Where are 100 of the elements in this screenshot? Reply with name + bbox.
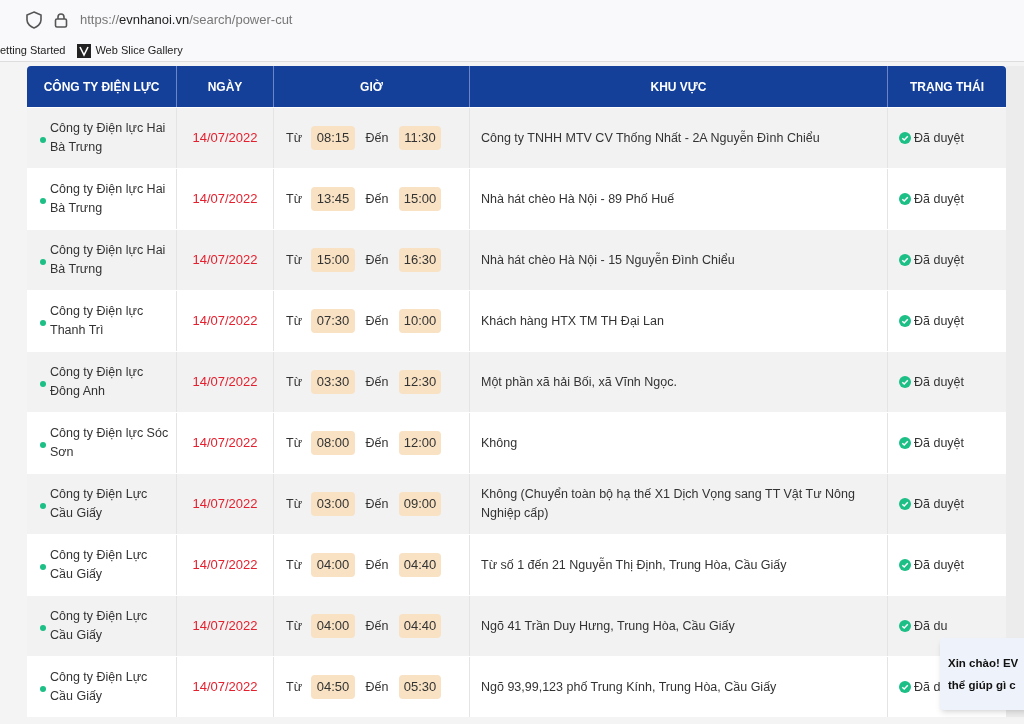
to-label: Đến: [364, 190, 390, 208]
time-badge: 03:30: [311, 370, 355, 394]
from-label: Từ: [286, 495, 303, 513]
status-text: Đã du: [914, 617, 948, 635]
time-badge: 04:40: [399, 614, 441, 638]
check-circle-icon: [899, 132, 911, 144]
lock-icon: [54, 12, 68, 28]
to-label: Đến: [364, 678, 390, 696]
company-name: Công ty Điện lực Hai Bà Trưng: [50, 120, 167, 156]
to-label: Đến: [364, 312, 390, 330]
area-text: Ngõ 93,99,123 phố Trung Kính, Trung Hòa, Cầu Giấy: [481, 678, 777, 696]
time-badge: 10:00: [399, 309, 441, 333]
chat-greeting-line: Xin chào! EV: [948, 656, 1020, 671]
status-text: Đã duyệt: [914, 190, 965, 208]
date-text: 14/07/2022: [192, 678, 258, 697]
check-circle-icon: [899, 620, 911, 632]
status-text: Đã duyệt: [914, 495, 965, 513]
chat-popup[interactable]: Xin chào! EV thể giúp gì c: [940, 638, 1024, 710]
time-badge: 12:30: [399, 370, 441, 394]
check-circle-icon: [899, 254, 911, 266]
from-label: Từ: [286, 129, 303, 147]
area-text: Công ty TNHH MTV CV Thống Nhất - 2A Nguyễn Đình Chiểu: [481, 129, 820, 147]
date-text: 14/07/2022: [192, 556, 258, 575]
time-badge: 15:00: [399, 187, 441, 211]
status-text: Đã duyệt: [914, 129, 965, 147]
time-badge: 16:30: [399, 248, 441, 272]
time-badge: 04:50: [311, 675, 355, 699]
status-text: Đã duyệt: [914, 312, 965, 330]
date-text: 14/07/2022: [192, 312, 258, 331]
time-badge: 08:15: [311, 126, 355, 150]
time-badge: 12:00: [399, 431, 441, 455]
check-circle-icon: [899, 437, 911, 449]
company-name: Công ty Điện lực Sóc Sơn: [50, 425, 170, 461]
date-text: 14/07/2022: [192, 190, 258, 209]
date-text: 14/07/2022: [192, 495, 258, 514]
status-text: Đã duyệt: [914, 556, 965, 574]
area-text: Từ số 1 đến 21 Nguyễn Thị Định, Trung Hòa, Cầu Giấy: [481, 556, 787, 574]
check-circle-icon: [899, 681, 911, 693]
company-name: Công ty Điện Lực Cầu Giấy: [50, 608, 149, 644]
address-bar-url[interactable]: https://evnhanoi.vn/search/power-cut: [80, 10, 293, 30]
area-text: Không: [481, 434, 518, 452]
to-label: Đến: [364, 251, 390, 269]
time-badge: 07:30: [311, 309, 355, 333]
bookmark-item[interactable]: Web Slice Gallery: [77, 42, 183, 59]
from-label: Từ: [286, 251, 303, 269]
slice-icon: [77, 43, 92, 58]
to-label: Đến: [364, 617, 390, 635]
check-circle-icon: [899, 498, 911, 510]
company-name: Công ty Điện lực Thanh Trì: [50, 303, 145, 339]
company-name: Công ty Điện Lực Cầu Giấy: [50, 547, 149, 583]
date-text: 14/07/2022: [192, 251, 258, 270]
area-text: Khách hàng HTX TM TH Đại Lan: [481, 312, 664, 330]
company-name: Công ty Điện lực Hai Bà Trưng: [50, 181, 167, 217]
from-label: Từ: [286, 434, 303, 452]
from-label: Từ: [286, 190, 303, 208]
area-text: Không (Chuyển toàn bộ hạ thế X1 Dịch Vọng sang TT Vật Tư Nông Nghiệp cấp): [481, 486, 856, 522]
time-badge: 04:00: [311, 553, 355, 577]
to-label: Đến: [364, 434, 390, 452]
from-label: Từ: [286, 556, 303, 574]
column-header: TRẠNG THÁI: [909, 78, 985, 96]
date-text: 14/07/2022: [192, 617, 258, 636]
date-text: 14/07/2022: [192, 373, 258, 392]
date-text: 14/07/2022: [192, 129, 258, 148]
time-badge: 13:45: [311, 187, 355, 211]
status-text: Đã duyệt: [914, 373, 965, 391]
check-circle-icon: [899, 315, 911, 327]
time-badge: 08:00: [311, 431, 355, 455]
company-name: Công ty Điện Lực Cầu Giấy: [50, 669, 149, 705]
to-label: Đến: [364, 495, 390, 513]
check-circle-icon: [899, 193, 911, 205]
status-text: Đã d: [914, 678, 941, 696]
bookmark-item[interactable]: etting Started: [0, 42, 66, 59]
to-label: Đến: [364, 556, 390, 574]
from-label: Từ: [286, 617, 303, 635]
area-text: Một phần xã hải Bối, xã Vĩnh Ngọc.: [481, 373, 677, 391]
area-text: Nhà hát chèo Hà Nội - 15 Nguyễn Đình Chiểu: [481, 251, 735, 269]
chat-greeting-line: thể giúp gì c: [948, 678, 1017, 693]
time-badge: 05:30: [399, 675, 441, 699]
area-text: Ngõ 41 Trần Duy Hưng, Trung Hòa, Cầu Giấy: [481, 617, 735, 635]
company-name: Công ty Điện Lực Cầu Giấy: [50, 486, 149, 522]
area-text: Nhà hát chèo Hà Nội - 89 Phố Huế: [481, 190, 675, 208]
time-badge: 04:00: [311, 614, 355, 638]
company-name: Công ty Điện lực Đông Anh: [50, 364, 145, 400]
status-text: Đã duyệt: [914, 434, 965, 452]
from-label: Từ: [286, 678, 303, 696]
time-badge: 04:40: [399, 553, 441, 577]
time-badge: 03:00: [311, 492, 355, 516]
company-name: Công ty Điện lực Hai Bà Trưng: [50, 242, 167, 278]
status-text: Đã duyệt: [914, 251, 965, 269]
check-circle-icon: [899, 376, 911, 388]
from-label: Từ: [286, 373, 303, 391]
shield-icon: [26, 11, 42, 29]
date-text: 14/07/2022: [192, 434, 258, 453]
time-badge: 11:30: [399, 126, 441, 150]
check-circle-icon: [899, 559, 911, 571]
to-label: Đến: [364, 129, 390, 147]
time-badge: 09:00: [399, 492, 441, 516]
to-label: Đến: [364, 373, 390, 391]
time-badge: 15:00: [311, 248, 355, 272]
from-label: Từ: [286, 312, 303, 330]
